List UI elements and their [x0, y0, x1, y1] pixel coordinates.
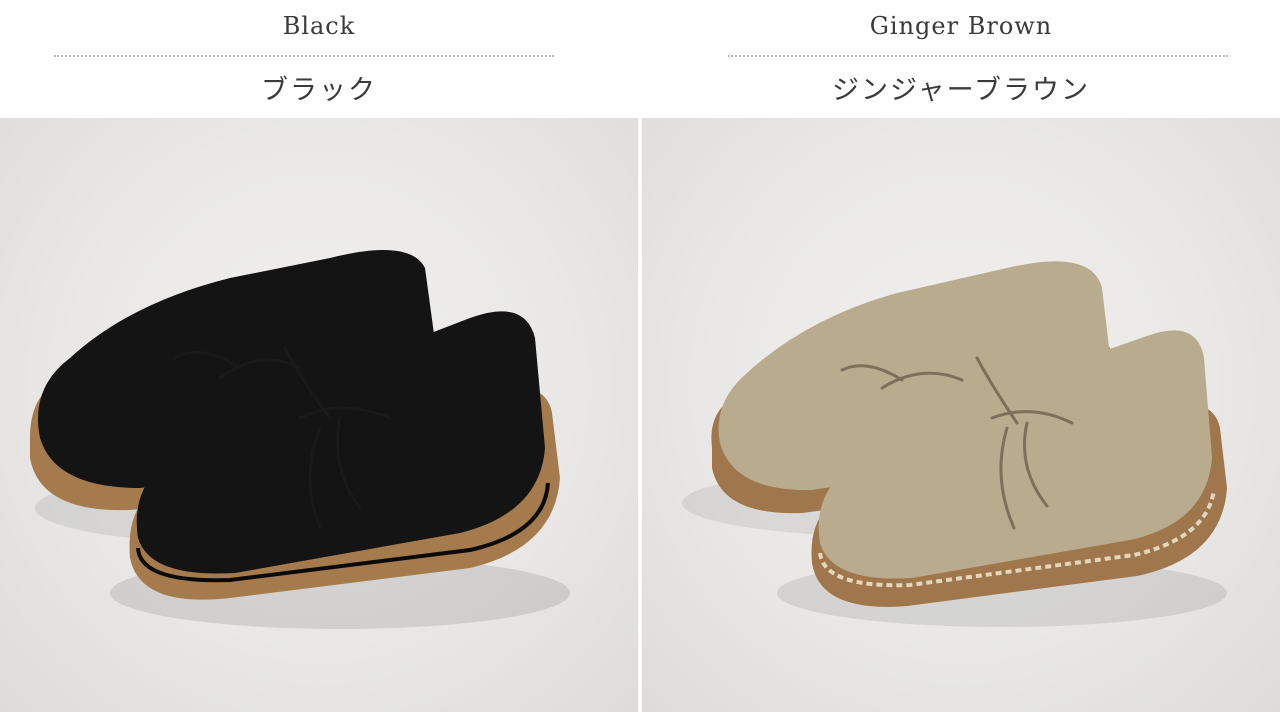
color-variants-grid: Black ブラック Ginger Brown ジンジャーブラウン — [0, 0, 1280, 712]
product-photo-black — [0, 118, 638, 712]
variant-name-ja: ジンジャーブラウン — [831, 75, 1091, 106]
variant-panel-black: Black ブラック — [0, 0, 638, 712]
variant-name-en: Ginger Brown — [869, 12, 1053, 40]
shoe-pair-illustration — [682, 261, 1227, 627]
variant-panel-ginger-brown: Ginger Brown ジンジャーブラウン — [642, 0, 1280, 712]
variant-name-en: Black — [282, 12, 356, 40]
shoe-pair-illustration — [30, 250, 570, 629]
variant-header: Black ブラック — [0, 0, 638, 118]
variant-header: Ginger Brown ジンジャーブラウン — [642, 0, 1280, 118]
variant-name-ja: ブラック — [261, 75, 377, 106]
product-photo-ginger-brown — [642, 118, 1280, 712]
dotted-divider — [728, 55, 1228, 57]
dotted-divider — [54, 55, 554, 57]
